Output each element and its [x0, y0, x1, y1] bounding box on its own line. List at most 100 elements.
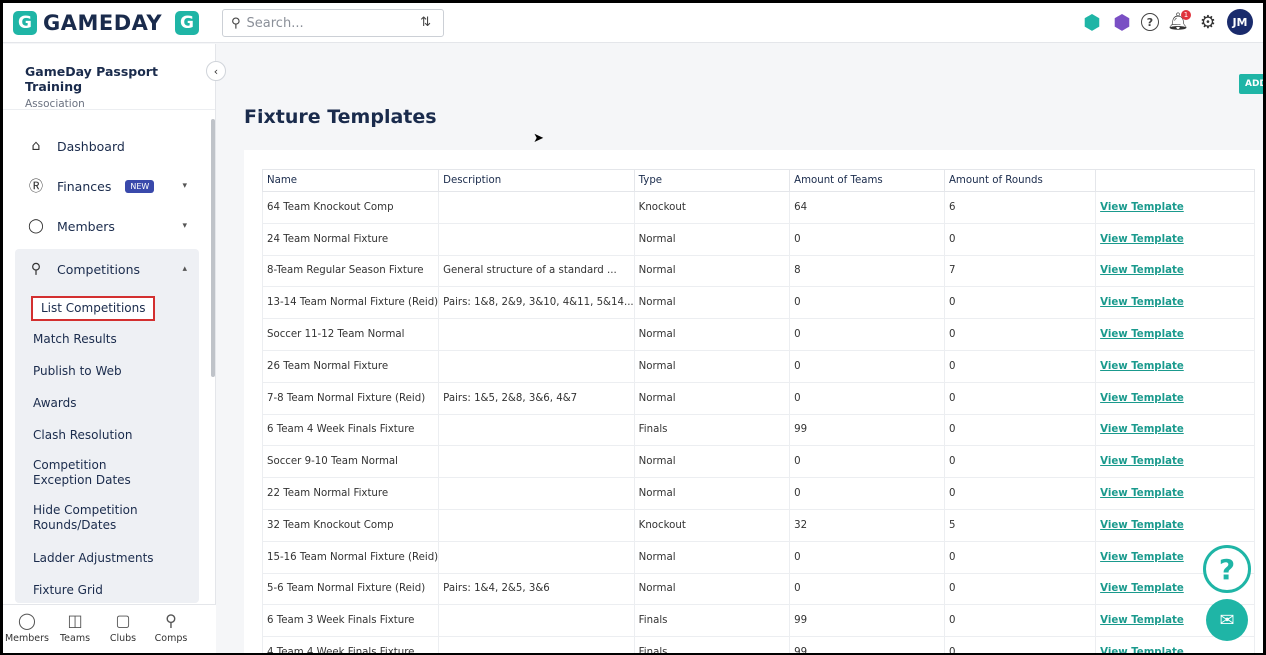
- cell-rounds: 0: [943, 573, 1097, 606]
- add-button[interactable]: ADD: [1239, 74, 1263, 94]
- cell-rounds: 0: [943, 318, 1097, 351]
- settings-gear-icon[interactable]: ⚙: [1197, 11, 1219, 33]
- org-switcher[interactable]: GameDay Passport Training Association: [3, 44, 215, 110]
- sidebar-sub-list-competitions[interactable]: List Competitions: [31, 296, 156, 321]
- cell-rounds: 0: [943, 382, 1097, 415]
- bottom-nav-clubs[interactable]: ▢ Clubs: [99, 605, 147, 653]
- sidebar-scrollbar[interactable]: [211, 119, 215, 377]
- sidebar-sub-exception-dates[interactable]: Competition Exception Dates: [33, 458, 153, 488]
- cell-type: Normal: [633, 318, 791, 351]
- cell-description: Pairs: 1&5, 2&8, 3&6, 4&7: [438, 382, 635, 415]
- chat-fab-button[interactable]: ✉: [1206, 599, 1248, 641]
- cell-action: View Template: [1095, 255, 1255, 288]
- view-template-link[interactable]: View Template: [1100, 615, 1184, 626]
- cell-teams: 0: [789, 382, 945, 415]
- column-header-type[interactable]: Type: [633, 169, 791, 192]
- notification-bell-icon[interactable]: 🔔︎ 1: [1167, 10, 1191, 33]
- table-row: 4 Team 4 Week Finals Fixture Finals 99 0 Vie…: [261, 636, 1255, 653]
- cell-teams: 0: [789, 350, 945, 383]
- sidebar-sub-fixture-grid[interactable]: Fixture Grid: [33, 583, 103, 598]
- cell-action: View Template: [1095, 191, 1255, 224]
- sidebar-sub-awards[interactable]: Awards: [33, 396, 76, 411]
- view-template-link[interactable]: View Template: [1100, 297, 1184, 308]
- user-avatar[interactable]: JM: [1227, 9, 1253, 35]
- view-template-link[interactable]: View Template: [1100, 520, 1184, 531]
- table-row: Soccer 11-12 Team Normal Normal 0 0 View Tem…: [261, 318, 1255, 351]
- view-template-link[interactable]: View Template: [1100, 488, 1184, 499]
- column-header-rounds[interactable]: Amount of Rounds: [943, 169, 1097, 192]
- cell-type: Finals: [633, 636, 791, 653]
- collapse-sidebar-button[interactable]: ‹: [206, 61, 226, 81]
- view-template-link[interactable]: View Template: [1100, 456, 1184, 467]
- cell-description: [438, 223, 635, 256]
- sidebar-sub-match-results[interactable]: Match Results: [33, 332, 117, 347]
- search-input[interactable]: [246, 15, 397, 31]
- table-row: 6 Team 3 Week Finals Fixture Finals 99 0 Vie…: [261, 604, 1255, 638]
- help-fab-button[interactable]: ?: [1203, 545, 1251, 593]
- filter-sliders-icon[interactable]: ⇅: [420, 15, 431, 30]
- column-header-name[interactable]: Name: [261, 169, 440, 192]
- bottom-nav-label: Teams: [59, 633, 91, 644]
- table-row: 15-16 Team Normal Fixture (Reid) Normal 0 0…: [261, 541, 1255, 574]
- cell-type: Normal: [633, 350, 791, 383]
- table-header-row: Name Description Type Amount of Teams Am…: [261, 169, 1255, 192]
- bottom-nav-label: Comps: [154, 633, 188, 644]
- sidebar-item-competitions[interactable]: ⚲ Competitions ▴: [15, 249, 199, 289]
- bottom-nav-comps[interactable]: ⚲ Comps: [147, 605, 195, 653]
- sidebar-item-dashboard[interactable]: ⌂ Dashboard: [15, 126, 199, 166]
- passport-hex-icon[interactable]: ⬢: [1111, 10, 1133, 34]
- cell-rounds: 0: [943, 636, 1097, 653]
- sidebar-item-finances[interactable]: Ⓡ Finances NEW ▾: [15, 166, 199, 206]
- cell-teams: 32: [789, 509, 945, 542]
- gameday-logo[interactable]: G GAMEDAY: [13, 10, 162, 36]
- search-box[interactable]: ⚲ ⇅: [222, 9, 444, 37]
- view-template-link[interactable]: View Template: [1100, 265, 1184, 276]
- cell-description: [438, 541, 635, 574]
- building-icon: ▢: [115, 611, 131, 630]
- cell-rounds: 0: [943, 477, 1097, 510]
- column-header-actions: [1095, 169, 1255, 192]
- view-template-link[interactable]: View Template: [1100, 424, 1184, 435]
- cell-action: View Template: [1095, 477, 1255, 510]
- bottom-nav-members[interactable]: ◯ Members: [3, 605, 51, 653]
- view-template-link[interactable]: View Template: [1100, 234, 1184, 245]
- bottom-nav-label: Members: [4, 633, 50, 644]
- table-row: 32 Team Knockout Comp Knockout 32 5 View Tem…: [261, 509, 1255, 542]
- cell-teams: 64: [789, 191, 945, 224]
- app-switcher-logo[interactable]: G: [175, 11, 199, 35]
- sidebar-sub-clash-resolution[interactable]: Clash Resolution: [33, 428, 132, 443]
- apps-hex-icon[interactable]: ⬢: [1081, 10, 1103, 34]
- sidebar-sub-hide-rounds[interactable]: Hide Competition Rounds/Dates: [33, 503, 153, 533]
- view-template-link[interactable]: View Template: [1100, 647, 1184, 653]
- column-header-description[interactable]: Description: [438, 169, 635, 192]
- cell-teams: 0: [789, 318, 945, 351]
- new-badge: NEW: [125, 179, 155, 193]
- cell-name: 15-16 Team Normal Fixture (Reid): [261, 541, 440, 574]
- sidebar-sub-publish-to-web[interactable]: Publish to Web: [33, 364, 122, 379]
- sidebar-item-members[interactable]: ◯ Members ▾: [15, 206, 199, 246]
- help-icon[interactable]: ?: [1141, 13, 1159, 31]
- logo-mark: G: [13, 11, 37, 35]
- view-template-link[interactable]: View Template: [1100, 329, 1184, 340]
- sidebar-sub-ladder-adjustments[interactable]: Ladder Adjustments: [33, 551, 154, 566]
- view-template-link[interactable]: View Template: [1100, 361, 1184, 372]
- logo-text: GAMEDAY: [43, 11, 163, 35]
- bottom-nav-teams[interactable]: ◫ Teams: [51, 605, 99, 653]
- home-icon: ⌂: [31, 138, 41, 154]
- view-template-link[interactable]: View Template: [1100, 583, 1184, 594]
- cell-teams: 0: [789, 445, 945, 479]
- trophy-icon: ⚲: [30, 261, 42, 277]
- cell-name: 6 Team 4 Week Finals Fixture: [261, 414, 440, 447]
- view-template-link[interactable]: View Template: [1100, 393, 1184, 404]
- fixture-templates-table: Name Description Type Amount of Teams Am…: [261, 169, 1255, 653]
- cell-type: Finals: [633, 604, 791, 638]
- column-header-teams[interactable]: Amount of Teams: [789, 169, 945, 192]
- view-template-link[interactable]: View Template: [1100, 552, 1184, 563]
- sidebar-item-label: Dashboard: [57, 138, 125, 154]
- table-row: Soccer 9-10 Team Normal Normal 0 0 View Temp…: [261, 445, 1255, 479]
- page-title: Fixture Templates: [244, 106, 437, 128]
- cell-action: View Template: [1095, 350, 1255, 383]
- view-template-link[interactable]: View Template: [1100, 202, 1184, 213]
- table-row: 22 Team Normal Fixture Normal 0 0 View Templ…: [261, 477, 1255, 510]
- trophy-icon: ⚲: [165, 611, 177, 630]
